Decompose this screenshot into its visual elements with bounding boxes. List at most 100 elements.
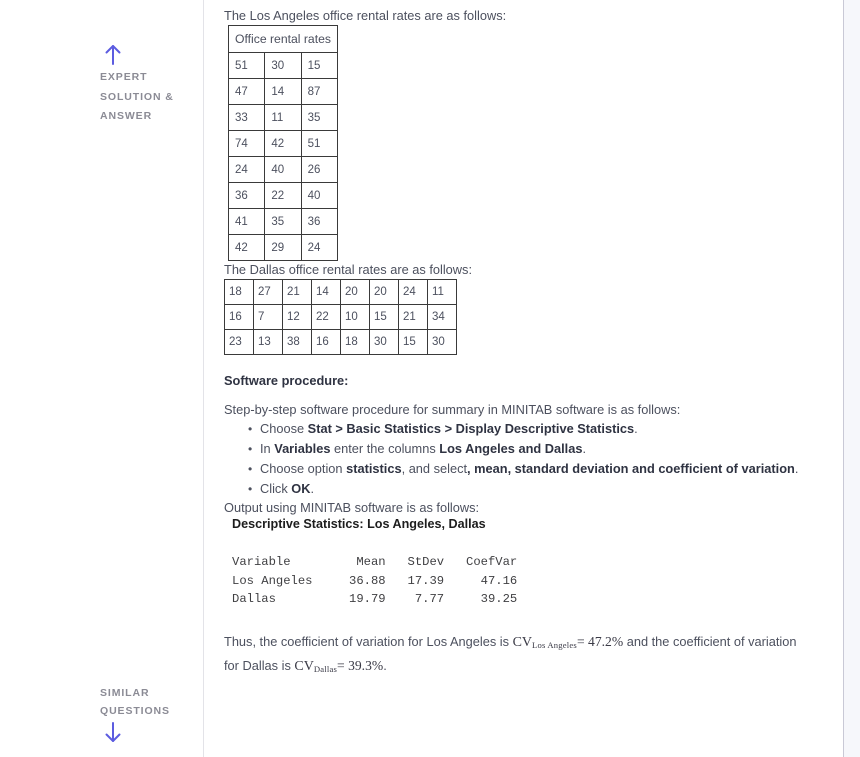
sidebar-label-expert-line2: SOLUTION & — [100, 90, 174, 103]
procedure-steps-list: Choose Stat > Basic Statistics > Display… — [224, 419, 824, 499]
table-row: 18 27 21 14 20 20 24 11 — [224, 279, 457, 305]
sidebar-label-similar-line2: QUESTIONS — [100, 704, 170, 717]
solution-content: The Los Angeles office rental rates are … — [204, 0, 860, 757]
conclusion-text: Thus, the coefficient of variation for L… — [224, 631, 804, 681]
dallas-rates-table: 18 27 21 14 20 20 24 11 16 7 12 22 10 15… — [224, 279, 457, 355]
cell: 30 — [264, 52, 302, 79]
cell: 7 — [253, 304, 283, 330]
arrow-down-icon[interactable] — [102, 721, 124, 745]
cell: 14 — [264, 78, 302, 105]
cell: 14 — [311, 279, 341, 305]
cell: 51 — [300, 130, 339, 157]
table-row: 47 14 87 — [227, 78, 339, 105]
list-item: Click OK. — [248, 479, 824, 499]
table-row: 42 29 24 — [227, 234, 339, 261]
cv-los-angeles-value: = 47.2% — [576, 633, 624, 649]
sidebar-label-expert-line1: EXPERT — [100, 71, 148, 83]
step-text-pre: Click — [260, 481, 292, 496]
table-row: 33 11 35 — [227, 104, 339, 131]
cell: 24 — [300, 234, 339, 261]
step-text-bold2: , mean, standard deviation and coefficie… — [467, 461, 795, 476]
cell: 74 — [227, 130, 266, 157]
cell: 16 — [224, 304, 254, 330]
cv-dallas-symbol: CV — [294, 659, 314, 675]
list-item: Choose Stat > Basic Statistics > Display… — [248, 419, 824, 439]
right-gutter — [844, 0, 860, 757]
sidebar-label-similar-line1: SIMILAR — [100, 687, 150, 699]
left-sidebar: EXPERT SOLUTION & ANSWER SIMILAR QUESTIO… — [0, 0, 204, 757]
cell: 47 — [227, 78, 266, 105]
cell: 35 — [264, 208, 302, 235]
table-header-row: Office rental rates — [228, 25, 338, 53]
cell: 21 — [282, 279, 312, 305]
cell: 40 — [300, 182, 339, 209]
cv-dallas-value: = 39.3% — [337, 658, 384, 674]
conclusion-part1: Thus, the coefficient of variation for L… — [224, 633, 513, 649]
arrow-up-icon[interactable] — [102, 42, 124, 66]
cell: 20 — [340, 279, 370, 305]
cell: 18 — [224, 279, 254, 305]
cell: 22 — [311, 304, 341, 330]
cell: 24 — [227, 156, 266, 183]
step-text-bold: Variables — [274, 441, 331, 456]
cell: 22 — [264, 182, 302, 209]
dallas-intro-text: The Dallas office rental rates are as fo… — [224, 262, 472, 277]
cell: 38 — [282, 329, 312, 355]
list-item: Choose option statistics, and select, me… — [248, 459, 824, 479]
cell: 20 — [369, 279, 399, 305]
cell: 30 — [427, 329, 457, 355]
la-table-header: Office rental rates — [228, 25, 338, 53]
table-row: 16 7 12 22 10 15 21 34 — [224, 304, 457, 330]
table-row: 24 40 26 — [227, 156, 339, 183]
step-text-post: . — [634, 421, 638, 436]
step-text-post: . — [794, 461, 799, 476]
list-item: In Variables enter the columns Los Angel… — [248, 439, 824, 459]
cell: 15 — [398, 329, 428, 355]
table-row: 23 13 38 16 18 30 15 30 — [224, 329, 457, 355]
cv-dallas-subscript: Dallas — [313, 664, 338, 675]
step-text-post: . — [310, 481, 315, 496]
cell: 27 — [253, 279, 283, 305]
table-row: 41 35 36 — [227, 208, 339, 235]
cell: 36 — [227, 182, 266, 209]
minitab-output-title: Descriptive Statistics: Los Angeles, Dal… — [232, 517, 486, 531]
sidebar-label-expert-line3: ANSWER — [100, 110, 153, 122]
cell: 11 — [264, 104, 302, 131]
cell: 87 — [300, 78, 339, 105]
cell: 12 — [282, 304, 312, 330]
step-text-bold: OK — [291, 481, 311, 496]
cell: 21 — [398, 304, 428, 330]
cv-los-angeles-subscript: Los Angeles — [532, 639, 577, 650]
minitab-output-block: Variable Mean StDev CoefVar Los Angeles … — [232, 555, 518, 606]
table-row: 36 22 40 — [227, 182, 339, 209]
los-angeles-rates-table: Office rental rates 51 30 15 47 14 87 33 — [227, 25, 339, 261]
cell: 42 — [264, 130, 302, 157]
cell: 16 — [311, 329, 341, 355]
table-row: 51 30 15 — [227, 52, 339, 79]
cell: 15 — [369, 304, 399, 330]
cell: 15 — [300, 52, 339, 79]
step-text-bold2: Los Angeles and Dallas — [439, 441, 583, 456]
software-procedure-heading: Software procedure: — [224, 373, 349, 388]
cell: 24 — [398, 279, 428, 305]
cell: 41 — [227, 208, 266, 235]
step-text-pre: Choose option — [260, 461, 347, 476]
cell: 35 — [300, 104, 339, 131]
cell: 42 — [227, 234, 266, 261]
step-text-post: . — [582, 441, 587, 456]
cell: 33 — [227, 104, 266, 131]
step-text-mid: , and select — [401, 461, 468, 476]
cell: 26 — [300, 156, 339, 183]
step-text-bold: statistics — [346, 461, 402, 476]
cell: 40 — [264, 156, 302, 183]
cell: 30 — [369, 329, 399, 355]
la-intro-text: The Los Angeles office rental rates are … — [224, 8, 507, 23]
cell: 11 — [427, 279, 457, 305]
page-root: EXPERT SOLUTION & ANSWER SIMILAR QUESTIO… — [0, 0, 860, 757]
output-intro-text: Output using MINITAB software is as foll… — [224, 500, 480, 515]
sidebar-item-similar-questions[interactable]: SIMILAR QUESTIONS — [100, 686, 200, 745]
cell: 10 — [340, 304, 370, 330]
cell: 36 — [300, 208, 339, 235]
cell: 18 — [340, 329, 370, 355]
sidebar-item-expert-solution[interactable]: EXPERT SOLUTION & ANSWER — [100, 42, 200, 125]
